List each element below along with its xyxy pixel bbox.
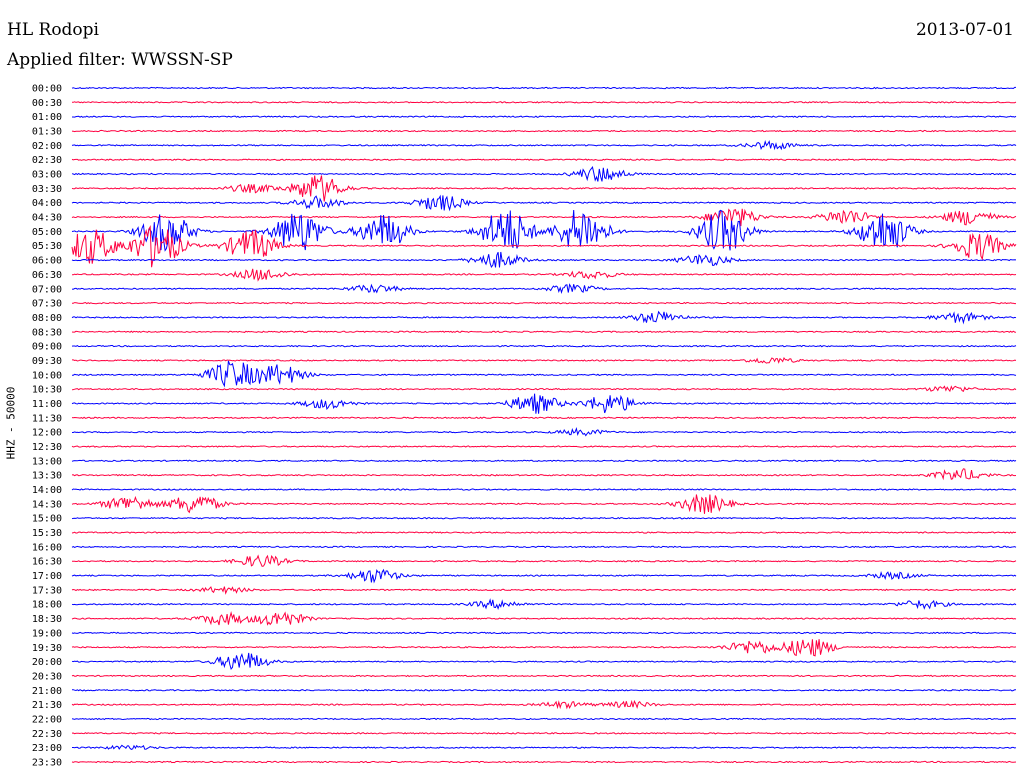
- trace-row: [71, 393, 1017, 414]
- time-tick-label: 05:00: [32, 227, 62, 238]
- trace-row: [71, 598, 1017, 611]
- time-tick-label: 00:30: [32, 98, 62, 109]
- time-tick-label: 21:00: [32, 686, 62, 697]
- trace-row: [72, 268, 1017, 282]
- trace-row: [71, 468, 1017, 481]
- time-tick-label: 13:00: [32, 456, 62, 467]
- time-tick-label: 12:30: [32, 442, 62, 453]
- time-tick-label: 03:00: [32, 170, 62, 181]
- time-tick-label: 12:00: [32, 428, 62, 439]
- time-tick-label: 04:00: [32, 198, 62, 209]
- time-tick-label: 10:30: [32, 385, 62, 396]
- trace-row: [71, 330, 1017, 334]
- trace-row: [71, 545, 1017, 549]
- time-tick-label: 15:00: [32, 514, 62, 525]
- time-tick-label: 19:00: [32, 628, 62, 639]
- trace-row: [71, 699, 1017, 710]
- time-tick-label: 20:00: [32, 657, 62, 668]
- time-tick-label: 01:00: [32, 112, 62, 123]
- trace-row: [71, 251, 1017, 269]
- time-tick-label: 23:30: [32, 757, 62, 768]
- time-tick-label: 08:00: [32, 313, 62, 324]
- time-tick-label: 02:30: [32, 155, 62, 166]
- time-tick-label: 01:30: [32, 127, 62, 138]
- trace-row: [71, 165, 1017, 182]
- trace-row: [71, 86, 1016, 90]
- time-tick-label: 20:30: [32, 671, 62, 682]
- time-tick-label: 07:00: [32, 284, 62, 295]
- trace-row: [71, 360, 1017, 388]
- time-tick-label: 04:30: [32, 213, 62, 224]
- trace-row: [71, 516, 1017, 520]
- trace-row: [71, 568, 1017, 584]
- time-tick-label: 09:00: [32, 342, 62, 353]
- time-tick-label: 23:00: [32, 743, 62, 754]
- time-tick-label: 14:30: [32, 499, 62, 510]
- time-tick-label: 03:30: [32, 184, 62, 195]
- trace-row: [71, 586, 1017, 595]
- trace-row: [71, 140, 1017, 151]
- trace-row: [72, 115, 1017, 118]
- trace-row: [71, 445, 1017, 448]
- trace-row: [72, 101, 1017, 104]
- trace-row: [71, 129, 1016, 133]
- trace-row: [71, 760, 1017, 764]
- trace-row: [71, 283, 1017, 295]
- trace-row: [72, 356, 1017, 364]
- time-tick-label: 00:00: [32, 84, 62, 95]
- time-tick-label: 15:30: [32, 528, 62, 539]
- time-tick-label: 08:30: [32, 327, 62, 338]
- time-tick-label: 22:30: [32, 729, 62, 740]
- trace-row: [71, 689, 1016, 692]
- time-tick-label: 07:30: [32, 299, 62, 310]
- trace-row: [71, 652, 1017, 671]
- trace-row: [71, 610, 1017, 626]
- trace-row: [71, 631, 1016, 635]
- trace-row: [71, 717, 1016, 721]
- time-tick-label: 06:00: [32, 256, 62, 267]
- trace-row: [71, 494, 1017, 514]
- trace-row: [72, 427, 1017, 437]
- time-tick-label: 02:00: [32, 141, 62, 152]
- seismogram-plot: 00:00 00:30 01:00 01:30 02:00 02:30 03:00 03:30…: [32, 84, 1017, 768]
- time-tick-label: 17:00: [32, 571, 62, 582]
- trace-row: [71, 310, 1017, 325]
- time-tick-label: 14:00: [32, 485, 62, 496]
- time-tick-label: 18:00: [32, 600, 62, 611]
- trace-row: [71, 158, 1017, 161]
- trace-row: [71, 208, 1017, 227]
- trace-row: [72, 744, 1017, 750]
- time-tick-label: 10:00: [32, 370, 62, 381]
- trace-row: [71, 639, 1017, 657]
- time-tick-label: 11:00: [32, 399, 62, 410]
- time-tick-label: 05:30: [32, 241, 62, 252]
- trace-row: [71, 416, 1017, 420]
- time-tick-label: 13:30: [32, 471, 62, 482]
- time-tick-label: 16:00: [32, 542, 62, 553]
- trace-row: [71, 732, 1017, 735]
- trace-row: [71, 554, 1017, 567]
- time-tick-label: 18:30: [32, 614, 62, 625]
- trace-row: [71, 674, 1017, 678]
- trace-row: [72, 301, 1016, 305]
- trace-row: [71, 488, 1017, 491]
- trace-row: [71, 459, 1017, 463]
- time-tick-label: 19:30: [32, 643, 62, 654]
- time-tick-label: 09:30: [32, 356, 62, 367]
- time-tick-label: 06:30: [32, 270, 62, 281]
- time-tick-label: 17:30: [32, 585, 62, 596]
- time-tick-label: 11:30: [32, 413, 62, 424]
- trace-row: [71, 531, 1017, 534]
- trace-row: [71, 344, 1017, 348]
- time-tick-label: 21:30: [32, 700, 62, 711]
- trace-row: [71, 194, 1017, 212]
- trace-row: [71, 175, 1016, 202]
- time-tick-label: 16:30: [32, 557, 62, 568]
- trace-row: [71, 385, 1017, 393]
- time-tick-label: 22:00: [32, 714, 62, 725]
